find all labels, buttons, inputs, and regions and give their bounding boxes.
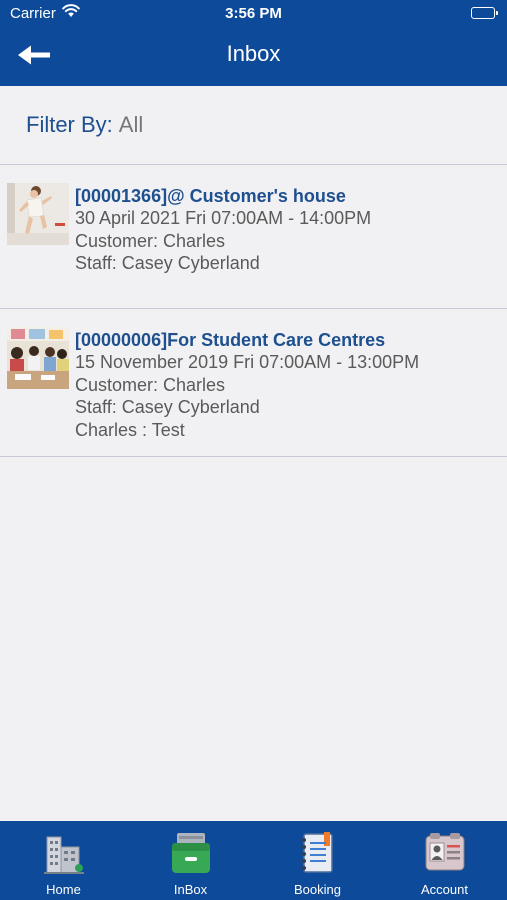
tab-account-label: Account bbox=[421, 882, 468, 897]
item-title: [00001366]@ Customer's house bbox=[75, 186, 346, 206]
item-date: 30 April 2021 Fri 07:00AM - 14:00PM bbox=[75, 208, 372, 228]
building-icon bbox=[41, 829, 87, 875]
item-content: [00001366]@ Customer's house 30 April 20… bbox=[75, 185, 501, 275]
arrow-left-icon bbox=[16, 44, 52, 71]
item-title: [00000006]For Student Care Centres bbox=[75, 330, 386, 350]
item-thumbnail bbox=[7, 327, 69, 389]
item-note: Charles : Test bbox=[75, 419, 185, 440]
inbox-item[interactable]: [00001366]@ Customer's house 30 April 20… bbox=[0, 165, 507, 309]
filter-value[interactable]: All bbox=[119, 112, 143, 138]
tab-booking-label: Booking bbox=[294, 882, 341, 897]
tab-home[interactable]: Home bbox=[0, 821, 127, 900]
item-customer: Customer: Charles bbox=[75, 374, 226, 395]
status-bar: Carrier 3:56 PM bbox=[0, 0, 507, 28]
tab-home-label: Home bbox=[46, 882, 81, 897]
tab-bar: Home InBox Booking Account bbox=[0, 821, 507, 900]
inbox-tray-icon bbox=[168, 829, 214, 875]
battery-icon bbox=[471, 7, 498, 19]
item-customer: Customer: Charles bbox=[75, 230, 226, 251]
item-staff: Staff: Casey Cyberland bbox=[75, 397, 260, 417]
id-card-icon bbox=[422, 829, 468, 875]
tab-inbox-label: InBox bbox=[173, 882, 208, 897]
back-button[interactable] bbox=[12, 40, 56, 74]
clock: 3:56 PM bbox=[225, 5, 282, 22]
filter-label: Filter By: bbox=[26, 112, 113, 137]
page-title: Inbox bbox=[226, 41, 281, 66]
nav-bar: Inbox bbox=[0, 28, 507, 86]
inbox-item[interactable]: [00000006]For Student Care Centres 15 No… bbox=[0, 309, 507, 457]
item-staff: Staff: Casey Cyberland bbox=[75, 253, 260, 273]
filter-row[interactable]: Filter By: All bbox=[0, 86, 507, 165]
inbox-list: [00001366]@ Customer's house 30 April 20… bbox=[0, 165, 507, 457]
notebook-icon bbox=[295, 829, 341, 875]
item-date: 15 November 2019 Fri 07:00AM - 13:00PM bbox=[75, 352, 420, 372]
tab-account[interactable]: Account bbox=[381, 821, 507, 900]
tab-booking[interactable]: Booking bbox=[254, 821, 381, 900]
item-content: [00000006]For Student Care Centres 15 No… bbox=[75, 329, 501, 441]
tab-inbox[interactable]: InBox bbox=[127, 821, 254, 900]
item-thumbnail bbox=[7, 183, 69, 245]
